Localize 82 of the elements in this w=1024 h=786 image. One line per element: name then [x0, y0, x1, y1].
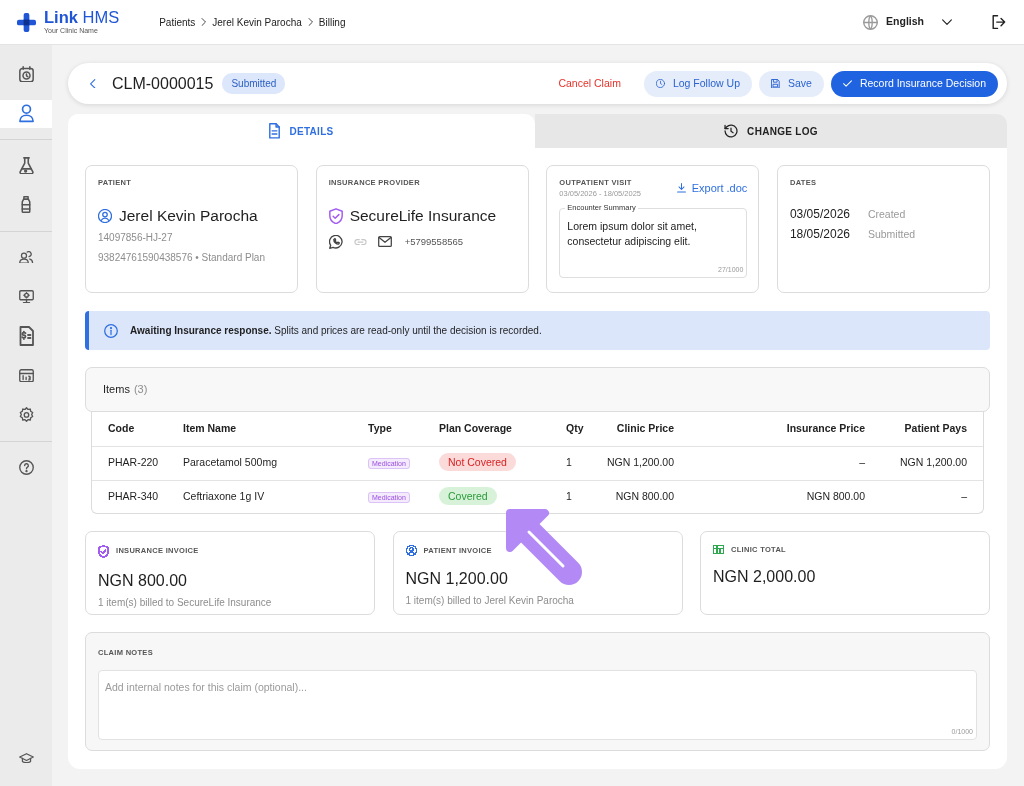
column-header: Plan Coverage	[432, 412, 559, 446]
calendar-clock-icon	[18, 65, 34, 83]
table-cell: PHAR-220	[92, 446, 176, 480]
column-header: Code	[92, 412, 176, 446]
table-cell: PHAR-340	[92, 480, 176, 513]
table-cell: –	[876, 480, 983, 513]
shield-icon	[328, 207, 343, 225]
coverage-status: Not Covered	[439, 453, 516, 472]
patient-id: 14097856-HJ-27	[98, 231, 174, 245]
table-cell: NGN 1,200.00	[591, 446, 685, 480]
claim-status: Submitted	[222, 73, 286, 94]
download-icon	[676, 183, 686, 194]
primary-button[interactable]: Record Insurance Decision	[830, 70, 998, 97]
column-header: Insurance Price	[685, 412, 876, 446]
table-cell: Paracetamol 500mg	[176, 446, 361, 480]
coverage-status: Covered	[439, 486, 497, 505]
help-icon	[18, 459, 34, 475]
logout-icon	[992, 14, 1007, 30]
tab[interactable]: CHANGE LOG	[535, 114, 1007, 148]
table-cell: NGN 800.00	[591, 480, 685, 513]
table-cell: 1	[559, 480, 591, 513]
invoice-note: 1 item(s) billed to SecureLife Insurance	[98, 595, 273, 610]
globe-icon	[863, 14, 879, 30]
sidebar-item[interactable]	[0, 99, 52, 128]
document-icon	[269, 123, 281, 139]
invoice-amount: NGN 800.00	[98, 570, 188, 591]
save-icon	[771, 78, 780, 89]
table-cell: NGN 800.00	[685, 480, 876, 513]
logo-icon	[17, 12, 36, 32]
table-cell: Ceftriaxone 1g IV	[176, 480, 361, 513]
chevron-right-icon	[307, 18, 313, 26]
chevron-right-icon	[201, 18, 207, 26]
chevron-left-icon	[90, 78, 96, 89]
flask-icon	[18, 156, 34, 175]
table-cell: –	[685, 446, 876, 480]
clock-icon	[655, 79, 665, 88]
provider-name: SecureLife Insurance	[349, 206, 497, 226]
date-label: Submitted	[867, 227, 916, 241]
column-header: Patient Pays	[876, 412, 983, 446]
claim-number: CLM-0000015	[112, 73, 214, 94]
date-value: 03/05/2026	[789, 207, 851, 221]
info-icon	[104, 323, 118, 338]
monitor-icon	[18, 289, 34, 304]
user-icon	[18, 104, 34, 123]
column-header: Item Name	[176, 412, 361, 446]
date-value: 18/05/2026	[789, 227, 851, 241]
invoice-note: 1 item(s) billed to Jerel Kevin Parocha	[405, 594, 575, 608]
cancel-button[interactable]: Cancel Claim	[546, 70, 633, 97]
table-cell: NGN 1,200.00	[876, 446, 983, 480]
phone-number: +5799558565	[404, 234, 464, 249]
tab[interactable]: DETAILS	[68, 114, 535, 148]
users-icon	[18, 250, 34, 264]
export-link[interactable]: Export .doc	[676, 180, 748, 197]
breadcrumb-current: Billing	[318, 15, 346, 30]
column-header: Type	[361, 412, 432, 446]
column-header: Clinic Price	[591, 412, 685, 446]
brand-name: Link HMS	[44, 9, 120, 26]
invoice-amount: NGN 1,200.00	[405, 569, 509, 589]
section-title: Items	[103, 382, 130, 398]
banner-message: Awaiting Insurance response. Splits and prices are read-only until the decision is recorded.	[130, 324, 542, 338]
invoice-amount: NGN 2,000.00	[713, 567, 817, 588]
chevron-down-icon	[942, 18, 952, 26]
breadcrumb-link[interactable]: Patients	[159, 14, 196, 30]
check-icon	[842, 80, 852, 87]
date-label: Created	[867, 207, 906, 221]
breadcrumb-link[interactable]: Jerel Kevin Parocha	[212, 14, 302, 30]
table-cell: 1	[559, 446, 591, 480]
patient-name: Jerel Kevin Parocha	[119, 206, 258, 226]
item-count: (3)	[133, 382, 148, 398]
graduation-cap-icon	[18, 752, 34, 764]
action-button[interactable]: Save	[759, 70, 824, 97]
chart-icon	[18, 368, 34, 383]
pointer-arrow-icon	[506, 509, 582, 585]
column-header: Qty	[559, 412, 591, 446]
history-icon	[724, 124, 739, 138]
bottle-icon	[21, 196, 31, 214]
language-selector[interactable]: English	[886, 14, 952, 30]
patient-details: 93824761590438576 • Standard Plan	[98, 251, 266, 265]
settings-icon	[18, 407, 34, 423]
logout-button[interactable]	[992, 14, 1007, 30]
invoice-icon	[18, 326, 34, 346]
action-button[interactable]: Log Follow Up	[643, 70, 752, 97]
